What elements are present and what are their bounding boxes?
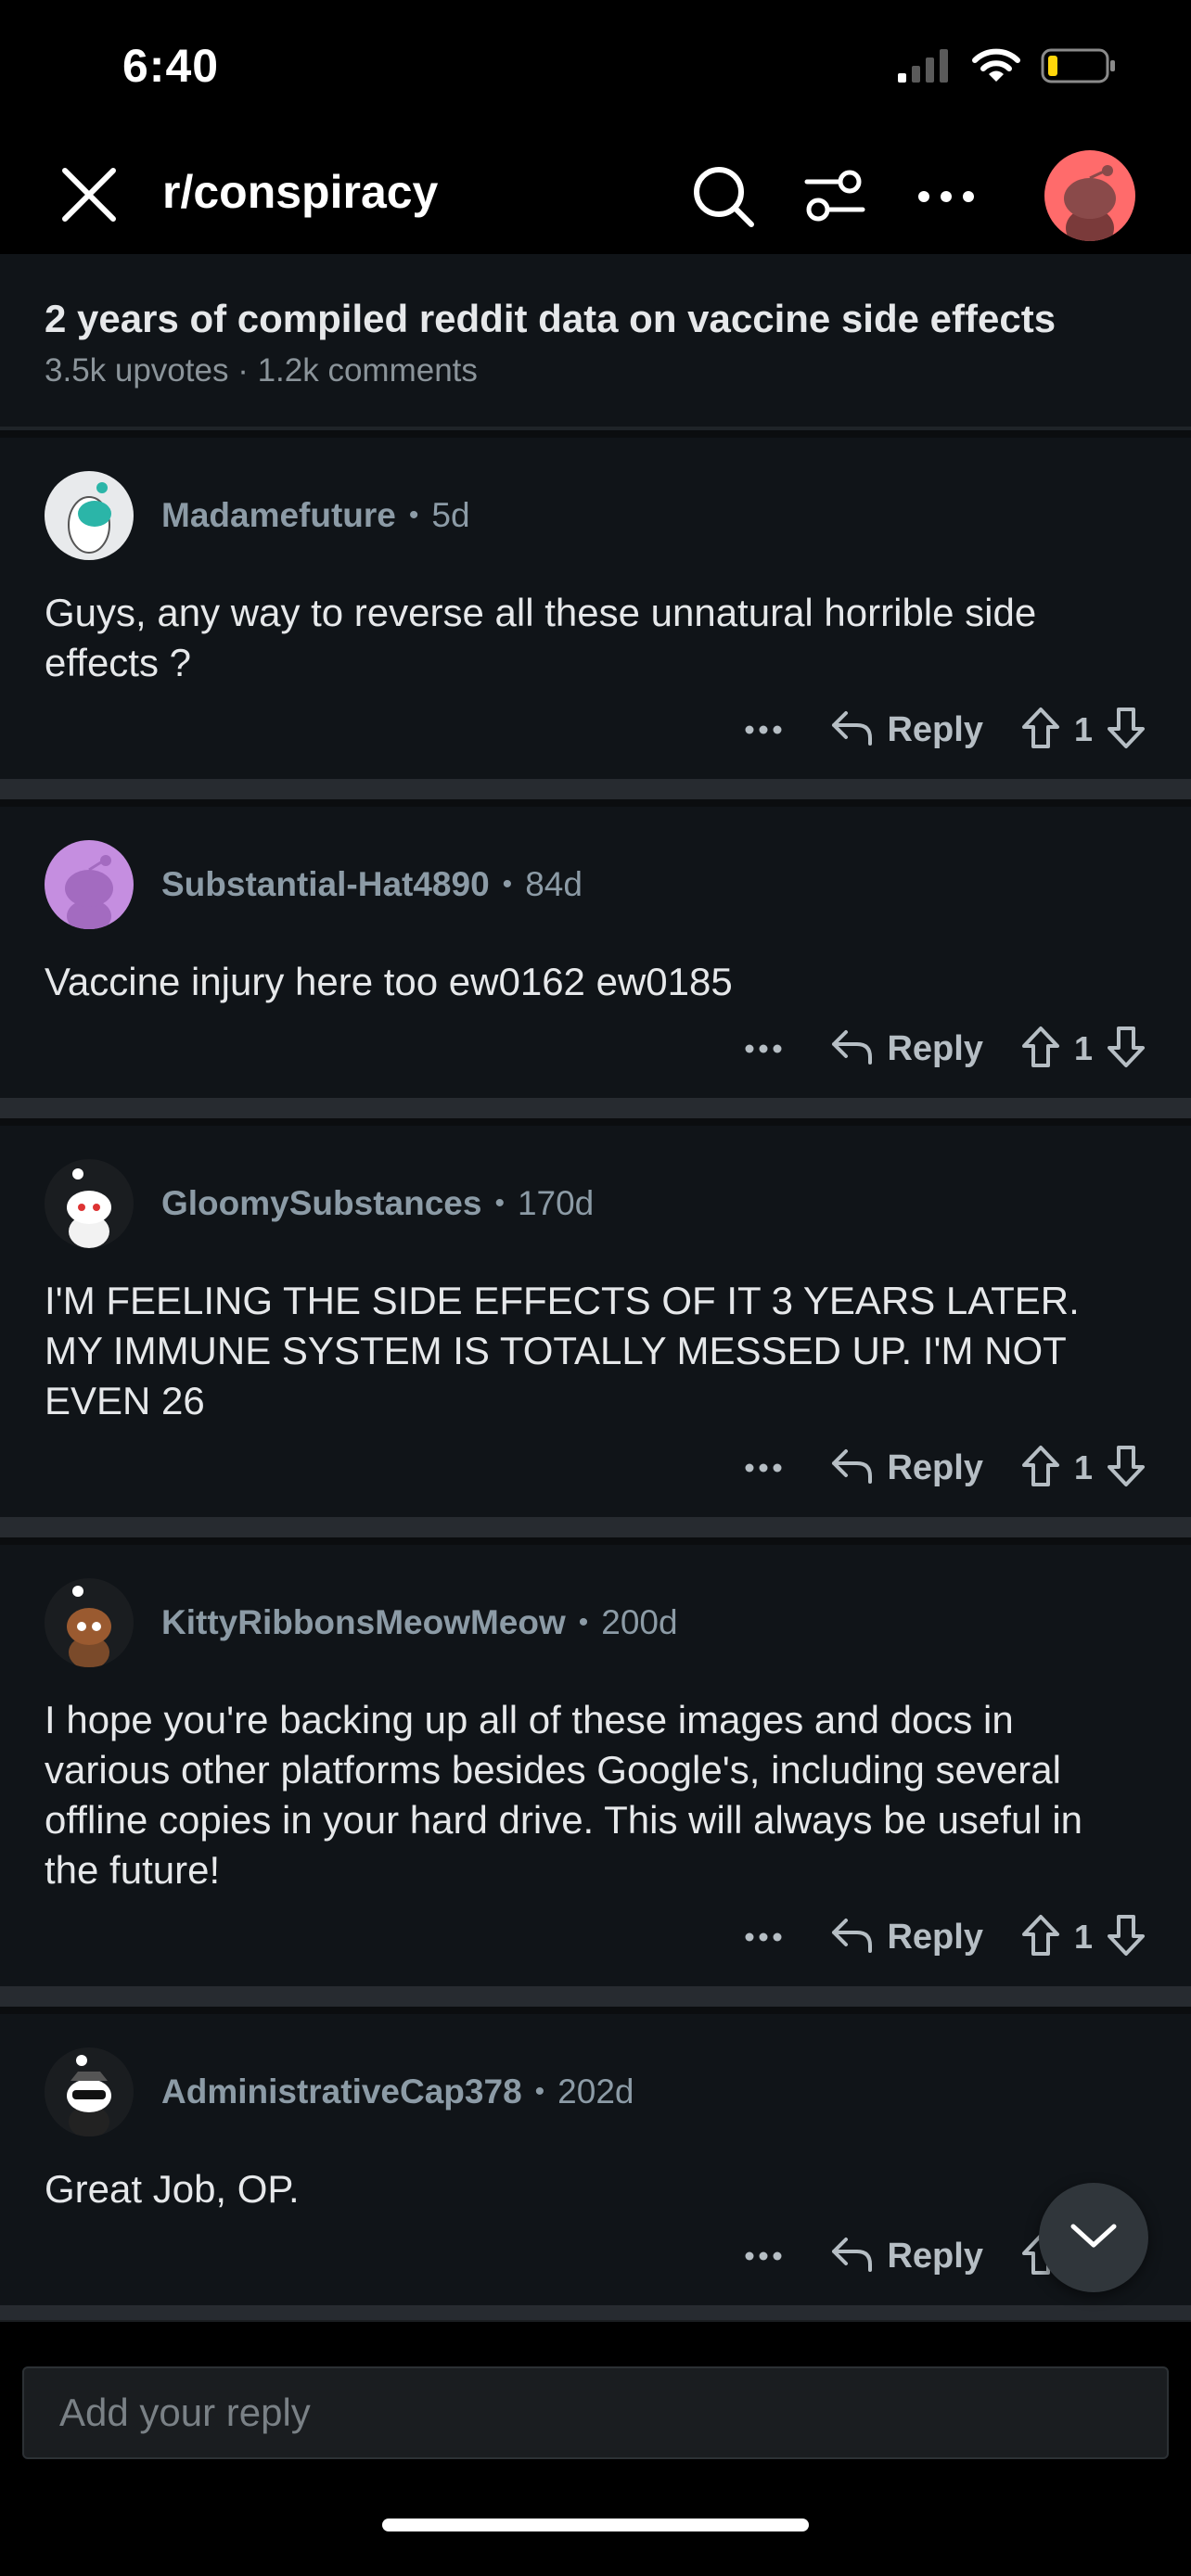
- reply-button[interactable]: Reply: [831, 2228, 983, 2284]
- comment-actions: Reply 1: [45, 1906, 1146, 1968]
- comment[interactable]: AdministrativeCap378 • 202d Great Job, O…: [0, 2014, 1191, 2305]
- subreddit-title[interactable]: r/conspiracy: [162, 165, 438, 219]
- comment-actions: Reply 1: [45, 1437, 1146, 1498]
- comment-feed[interactable]: 2 years of compiled reddit data on vacci…: [0, 254, 1191, 2320]
- avatar[interactable]: [45, 471, 134, 560]
- cellular-signal-icon: [898, 48, 952, 87]
- comment-age: 84d: [525, 865, 583, 903]
- more-icon[interactable]: [909, 159, 983, 234]
- reply-icon: [831, 1028, 874, 1070]
- reply-button[interactable]: Reply: [831, 702, 983, 758]
- separator-dot: •: [408, 500, 419, 530]
- vote-count: 1: [1073, 1918, 1093, 1956]
- comment-age: 5d: [431, 496, 470, 534]
- separator-dot: •: [502, 869, 513, 899]
- upvote-icon[interactable]: [1020, 1445, 1061, 1492]
- comment-username[interactable]: GloomySubstances: [161, 1184, 481, 1223]
- reply-icon: [831, 1447, 874, 1489]
- status-time: 6:40: [122, 40, 220, 92]
- nav-bar: r/conspiracy: [0, 139, 1191, 254]
- vote-controls: 1: [1020, 1021, 1146, 1077]
- vote-count: 1: [1073, 1029, 1093, 1067]
- comment-body: Vaccine injury here too ew0162 ew0185: [45, 960, 733, 1003]
- avatar[interactable]: [45, 1578, 134, 1667]
- reply-icon: [831, 2236, 874, 2277]
- downvote-icon[interactable]: [1106, 707, 1146, 754]
- comment-actions: Reply 1: [45, 699, 1146, 760]
- comment-actions: Reply 2: [45, 2225, 1146, 2287]
- comment-body: I'M FEELING THE SIDE EFFECTS OF IT 3 YEA…: [45, 1279, 1080, 1422]
- avatar[interactable]: [45, 2047, 134, 2136]
- reply-label: Reply: [887, 1028, 983, 1068]
- comment-body: Great Job, OP.: [45, 2167, 300, 2211]
- downvote-icon[interactable]: [1106, 1026, 1146, 1073]
- more-options-icon[interactable]: [729, 702, 798, 758]
- comment-actions: Reply 1: [45, 1018, 1146, 1079]
- separator-dot: •: [494, 1188, 505, 1218]
- upvote-icon[interactable]: [1020, 1026, 1061, 1073]
- vote-count: 1: [1073, 1448, 1093, 1486]
- reply-label: Reply: [887, 2236, 983, 2276]
- upvote-icon[interactable]: [1020, 707, 1061, 754]
- vote-count: 1: [1073, 710, 1093, 748]
- home-indicator-area: [0, 2481, 1191, 2576]
- comment[interactable]: Substantial-Hat4890 • 84d Vaccine injury…: [0, 807, 1191, 1098]
- wifi-icon: [972, 48, 1020, 88]
- separator-dot: •: [578, 1607, 589, 1638]
- comment-body: I hope you're backing up all of these im…: [45, 1698, 1083, 1892]
- comment[interactable]: KittyRibbonsMeowMeow • 200d I hope you'r…: [0, 1545, 1191, 1986]
- comment-age: 202d: [557, 2072, 634, 2111]
- comment-separator: [0, 1098, 1191, 1118]
- reply-label: Reply: [887, 709, 983, 749]
- status-icons: [898, 46, 1117, 89]
- avatar[interactable]: [45, 840, 134, 929]
- user-avatar[interactable]: [1044, 150, 1135, 241]
- vote-controls: 1: [1020, 702, 1146, 758]
- downvote-icon[interactable]: [1106, 1445, 1146, 1492]
- comment-body: Guys, any way to reverse all these unnat…: [45, 591, 1037, 684]
- home-indicator[interactable]: [382, 2519, 809, 2531]
- separator-dot: •: [534, 2076, 545, 2107]
- reply-icon: [831, 1917, 874, 1958]
- avatar[interactable]: [45, 1159, 134, 1248]
- status-bar: 6:40: [0, 0, 1191, 139]
- more-options-icon[interactable]: [729, 2228, 798, 2284]
- reply-button[interactable]: Reply: [831, 1440, 983, 1496]
- post-meta: 3.5k upvotes · 1.2k comments: [45, 352, 478, 389]
- comment[interactable]: GloomySubstances • 170d I'M FEELING THE …: [0, 1126, 1191, 1517]
- reply-bar: [0, 2320, 1191, 2481]
- vote-controls: 1: [1020, 1440, 1146, 1496]
- comment-age: 170d: [517, 1184, 595, 1222]
- reply-icon: [831, 709, 874, 751]
- comment[interactable]: Madamefuture • 5d Guys, any way to rever…: [0, 438, 1191, 779]
- more-options-icon[interactable]: [729, 1440, 798, 1496]
- vote-controls: 1: [1020, 1909, 1146, 1965]
- reply-label: Reply: [887, 1917, 983, 1957]
- scroll-down-button[interactable]: [1039, 2183, 1148, 2292]
- comment-separator: [0, 2305, 1191, 2320]
- downvote-icon[interactable]: [1106, 1914, 1146, 1961]
- battery-icon: [1041, 47, 1117, 89]
- post-title[interactable]: 2 years of compiled reddit data on vacci…: [45, 297, 1146, 341]
- comment-username[interactable]: AdministrativeCap378: [161, 2072, 522, 2111]
- reply-input[interactable]: [22, 2366, 1169, 2459]
- filter-icon[interactable]: [798, 159, 872, 234]
- comment-username[interactable]: Substantial-Hat4890: [161, 865, 490, 904]
- comment-username[interactable]: KittyRibbonsMeowMeow: [161, 1603, 566, 1642]
- reply-button[interactable]: Reply: [831, 1021, 983, 1077]
- comment-username[interactable]: Madamefuture: [161, 496, 396, 535]
- more-options-icon[interactable]: [729, 1021, 798, 1077]
- more-options-icon[interactable]: [729, 1909, 798, 1965]
- close-icon[interactable]: [54, 159, 124, 230]
- comment-separator: [0, 779, 1191, 799]
- upvote-icon[interactable]: [1020, 1914, 1061, 1961]
- reply-button[interactable]: Reply: [831, 1909, 983, 1965]
- comment-age: 200d: [601, 1603, 678, 1641]
- search-icon[interactable]: [686, 159, 761, 234]
- comment-separator: [0, 1986, 1191, 2007]
- chevron-down-icon: [1069, 2221, 1118, 2255]
- post-header[interactable]: 2 years of compiled reddit data on vacci…: [0, 254, 1191, 430]
- comment-separator: [0, 1517, 1191, 1537]
- reply-label: Reply: [887, 1447, 983, 1487]
